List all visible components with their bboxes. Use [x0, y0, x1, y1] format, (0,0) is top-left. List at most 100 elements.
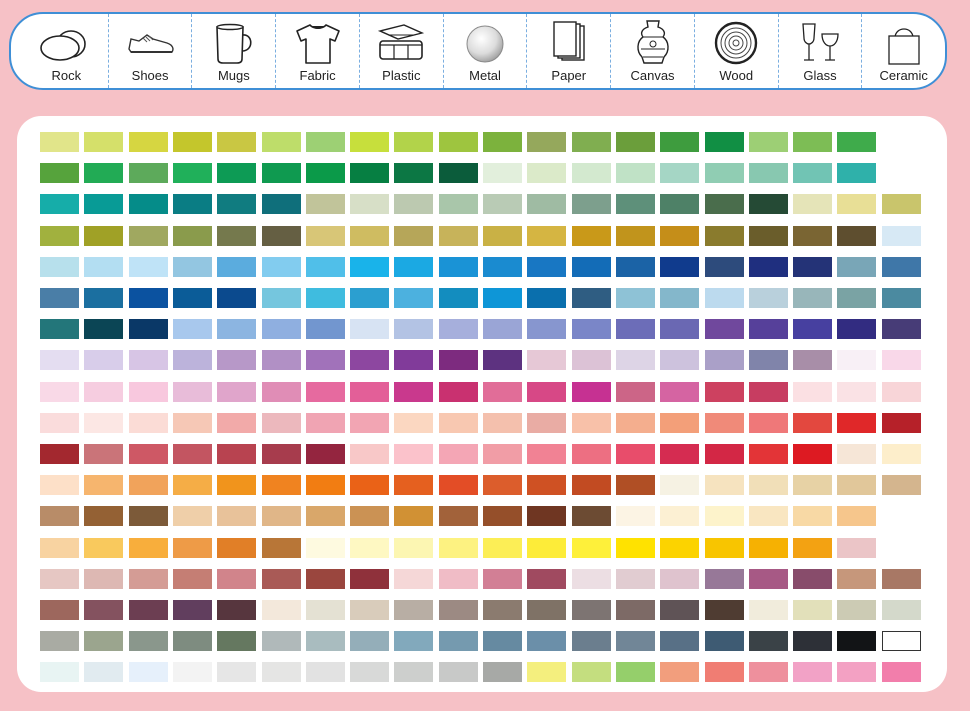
color-swatch — [748, 600, 788, 620]
color-swatch — [305, 381, 345, 402]
color-swatch — [84, 319, 124, 340]
color-swatch — [394, 381, 434, 402]
color-swatch — [704, 225, 744, 246]
color-swatch — [704, 319, 744, 340]
color-swatch — [571, 163, 611, 184]
color-swatch — [40, 506, 79, 527]
color-swatch — [837, 631, 877, 652]
surface-item-rock[interactable]: Rock — [11, 14, 108, 88]
surface-item-fabric[interactable]: Fabric — [275, 14, 359, 88]
color-swatch — [172, 319, 212, 340]
color-swatch — [217, 662, 257, 683]
color-swatch — [793, 225, 833, 246]
color-swatch — [128, 163, 168, 184]
color-swatch — [881, 662, 921, 683]
color-swatch — [571, 475, 611, 496]
color-swatch — [527, 600, 567, 620]
color-swatch — [305, 600, 345, 620]
color-swatch — [261, 444, 301, 464]
color-swatch — [881, 288, 921, 308]
color-swatch — [615, 225, 655, 246]
color-swatch — [261, 256, 301, 277]
color-swatch — [84, 256, 124, 277]
color-swatch — [881, 444, 921, 464]
color-swatch — [615, 568, 655, 589]
shoes-icon — [123, 19, 177, 67]
color-swatch — [660, 350, 700, 371]
color-swatch — [261, 288, 301, 308]
color-swatch — [660, 631, 700, 652]
color-swatch — [261, 319, 301, 340]
surface-label-fabric: Fabric — [299, 68, 336, 83]
color-swatch — [438, 444, 478, 464]
color-swatch — [217, 194, 257, 215]
color-swatch — [837, 568, 877, 589]
color-swatch — [527, 256, 567, 277]
color-swatch — [128, 537, 168, 558]
surface-item-plastic[interactable]: Plastic — [358, 14, 443, 88]
surface-type-bar: Rock Shoes Mugs Fabric Plastic Metal Pap… — [9, 12, 947, 90]
color-swatch — [40, 412, 79, 433]
surface-item-metal[interactable]: Metal — [442, 14, 527, 88]
color-swatch — [350, 506, 390, 527]
color-swatch — [793, 288, 833, 308]
color-swatch — [172, 256, 212, 277]
color-swatch — [84, 475, 124, 496]
color-swatch — [615, 631, 655, 652]
color-swatch — [217, 631, 257, 652]
color-swatch — [394, 506, 434, 527]
color-swatch — [261, 350, 301, 371]
color-swatch — [837, 319, 877, 340]
color-swatch — [305, 568, 345, 589]
color-swatch — [837, 288, 877, 308]
color-swatch — [350, 256, 390, 277]
color-swatch — [217, 568, 257, 589]
color-swatch — [793, 350, 833, 371]
color-swatch — [305, 256, 345, 277]
color-swatch — [881, 600, 921, 620]
surface-label-glass: Glass — [803, 68, 837, 83]
surface-item-canvas[interactable]: Canvas — [610, 14, 694, 88]
surface-item-mugs[interactable]: Mugs — [191, 14, 275, 88]
color-swatch — [881, 631, 921, 652]
color-swatch — [305, 662, 345, 683]
color-swatch — [793, 163, 833, 184]
color-swatch — [394, 288, 434, 308]
color-swatch — [615, 256, 655, 277]
color-swatch — [172, 506, 212, 527]
surface-label-rock: Rock — [51, 68, 82, 83]
color-swatch — [305, 163, 345, 184]
color-swatch — [261, 506, 301, 527]
color-swatch — [571, 132, 611, 152]
color-swatch — [483, 319, 522, 340]
color-swatch — [748, 163, 788, 184]
color-swatch — [837, 163, 877, 184]
surface-item-glass[interactable]: Glass — [777, 14, 862, 88]
surface-item-wood[interactable]: Wood — [693, 14, 778, 88]
paper-stack-icon — [542, 19, 596, 67]
color-swatch — [438, 662, 478, 683]
color-swatch — [305, 412, 345, 433]
color-swatch — [438, 132, 478, 152]
color-swatch — [527, 537, 567, 558]
color-swatch — [881, 319, 921, 340]
color-swatch — [217, 537, 257, 558]
color-swatch — [704, 194, 744, 215]
color-swatch — [350, 288, 390, 308]
color-swatch — [128, 412, 168, 433]
color-swatch — [350, 475, 390, 496]
color-swatch — [394, 662, 434, 683]
color-swatch — [394, 537, 434, 558]
surface-item-paper[interactable]: Paper — [526, 14, 610, 88]
surface-item-ceramic[interactable]: Ceramic — [861, 14, 945, 88]
color-swatch — [615, 412, 655, 433]
color-swatch — [704, 568, 744, 589]
color-swatch — [704, 537, 744, 558]
color-swatch — [394, 444, 434, 464]
color-swatch — [660, 662, 700, 683]
color-swatch — [704, 288, 744, 308]
surface-item-shoes[interactable]: Shoes — [107, 14, 192, 88]
color-swatch — [217, 412, 257, 433]
color-swatch — [40, 225, 79, 246]
color-swatch — [483, 506, 522, 527]
